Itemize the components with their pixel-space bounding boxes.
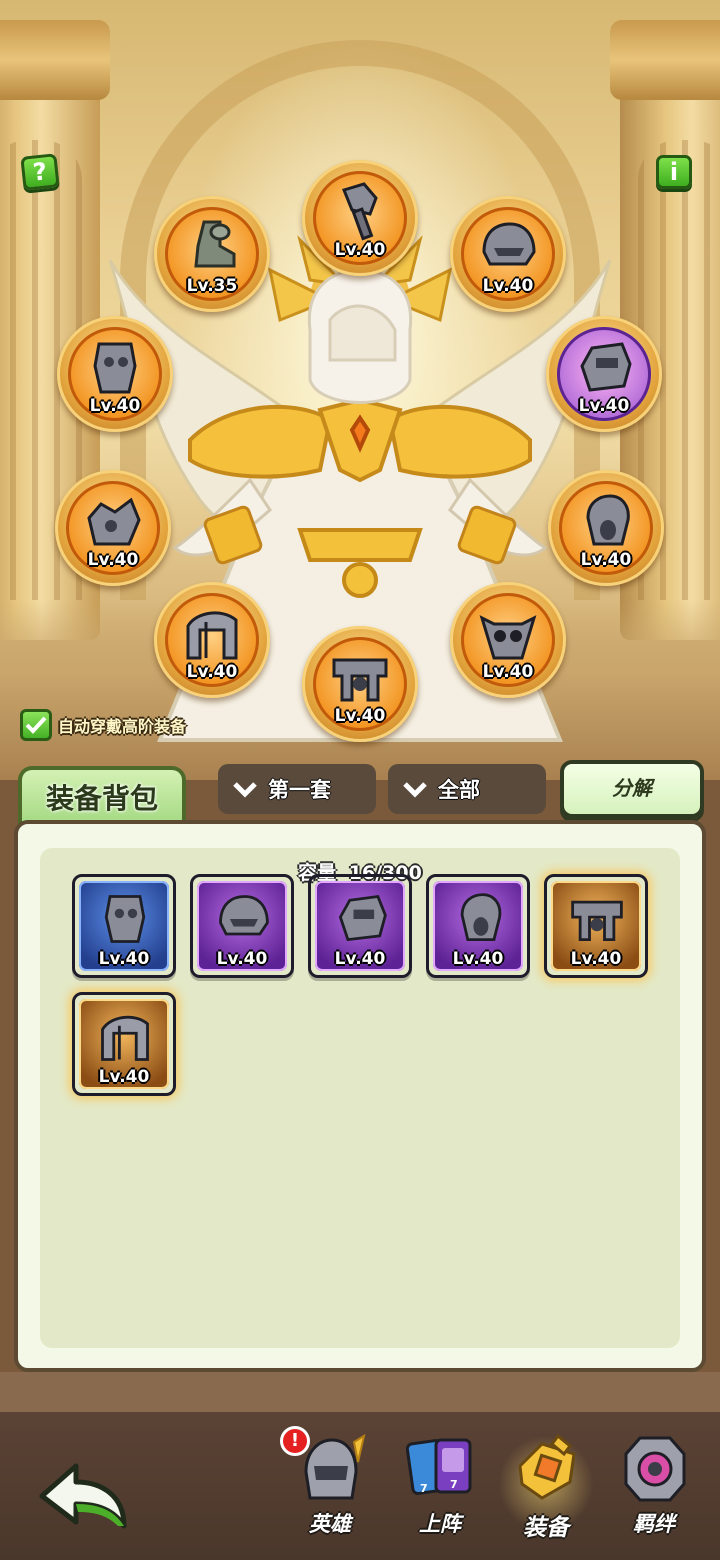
- card-count-1: 7: [420, 1482, 428, 1495]
- helmet-icon: [219, 895, 269, 936]
- belt-icon: [571, 900, 623, 942]
- nav-label: 上阵: [419, 1512, 461, 1536]
- equip-slot-helmet[interactable]: Lv.40: [450, 196, 566, 312]
- equipment-set-label: 第一套: [268, 778, 331, 802]
- equip-slot-pauldron[interactable]: Lv.40: [154, 582, 270, 698]
- nav-tab-heroes[interactable]: ! 英雄: [280, 1426, 380, 1552]
- nav-divider: [0, 1372, 720, 1412]
- armor-icon: [104, 895, 146, 943]
- cards-icon: 7 7: [406, 1438, 472, 1495]
- slot-level: Lv.40: [580, 550, 632, 570]
- decompose-button[interactable]: 分解: [560, 760, 704, 818]
- equipment-set-dropdown[interactable]: 第一套: [218, 764, 376, 814]
- nav-tab-lineup[interactable]: 7 7 上阵: [390, 1432, 490, 1552]
- bag-item[interactable]: Lv.40: [72, 992, 176, 1096]
- slot-level: Lv.40: [578, 396, 630, 416]
- slot-level: Lv.40: [186, 662, 238, 682]
- ring-icon: [586, 494, 630, 546]
- hammer-icon: [341, 182, 378, 241]
- notification-badge: !: [280, 1426, 310, 1456]
- equipment-filter-dropdown[interactable]: 全部: [388, 764, 546, 814]
- ring-icon: [460, 893, 502, 942]
- equip-slot-skull[interactable]: Lv.40: [450, 582, 566, 698]
- bond-icon: [624, 1436, 686, 1502]
- item-level: Lv.40: [570, 949, 622, 969]
- equipment-icon: [518, 1433, 576, 1500]
- equip-slot-boots[interactable]: Lv.35: [154, 196, 270, 312]
- pauldron-icon: [101, 1015, 149, 1061]
- equipment-filter-label: 全部: [438, 778, 480, 802]
- hero-head: [307, 268, 413, 404]
- armor-icon: [93, 342, 137, 394]
- bag-item[interactable]: Lv.40: [72, 874, 176, 978]
- shoulder-icon: [87, 497, 141, 546]
- bag-item[interactable]: Lv.40: [544, 874, 648, 978]
- bag-item[interactable]: Lv.40: [190, 874, 294, 978]
- nav-label: 羁绊: [633, 1512, 675, 1536]
- bag-grid: 容量 16/300 Lv.40 Lv.40 Lv.40 Lv.40 Lv.40 …: [40, 848, 680, 1348]
- equip-slot-armor[interactable]: Lv.40: [57, 316, 173, 432]
- hero-shoulder-armor: [188, 397, 532, 483]
- checkmark-icon: [25, 716, 47, 734]
- skull-mask-icon: [479, 615, 537, 660]
- auto-equip-checkbox[interactable]: [20, 709, 52, 741]
- slot-level: Lv.40: [89, 396, 141, 416]
- bag-item[interactable]: Lv.40: [426, 874, 530, 978]
- chevron-down-icon: [403, 782, 427, 798]
- bag-item[interactable]: Lv.40: [308, 874, 412, 978]
- slot-level: Lv.40: [87, 550, 139, 570]
- nav-tab-equipment[interactable]: 装备: [496, 1432, 596, 1552]
- belt-icon: [332, 658, 388, 702]
- pauldron-icon: [186, 611, 238, 660]
- card-count-2: 7: [450, 1478, 458, 1491]
- helmet-icon: [482, 222, 536, 266]
- nav-tab-bonds[interactable]: 羁绊: [604, 1432, 704, 1552]
- nav-label: 装备: [523, 1515, 569, 1541]
- auto-equip-label: 自动穿戴高阶装备: [58, 717, 187, 736]
- equip-slot-shoulder[interactable]: Lv.40: [55, 470, 171, 586]
- gauntlet-icon: [580, 342, 632, 392]
- item-level: Lv.40: [216, 949, 268, 969]
- equipment-bag-panel: 容量 16/300 Lv.40 Lv.40 Lv.40 Lv.40 Lv.40 …: [14, 820, 706, 1372]
- slot-level: Lv.40: [334, 240, 386, 260]
- equip-slot-hammer[interactable]: Lv.40: [302, 160, 418, 276]
- back-arrow-icon[interactable]: [38, 1460, 130, 1532]
- slot-level: Lv.40: [482, 276, 534, 296]
- slot-level: Lv.35: [186, 276, 238, 296]
- item-level: Lv.40: [98, 1067, 150, 1087]
- boot-icon: [194, 220, 236, 268]
- slot-level: Lv.40: [334, 706, 386, 726]
- gauntlet-icon: [338, 894, 387, 942]
- slot-level: Lv.40: [482, 662, 534, 682]
- item-level: Lv.40: [98, 949, 150, 969]
- info-button[interactable]: i: [656, 155, 692, 189]
- hero-scene: ? i Lv.35 Lv.40 Lv.40 Lv.40 Lv.40 Lv.40 …: [0, 0, 720, 780]
- auto-equip-toggle[interactable]: 自动穿戴高阶装备: [20, 708, 186, 742]
- equip-slot-ring[interactable]: Lv.40: [548, 470, 664, 586]
- equip-slot-belt[interactable]: Lv.40: [302, 626, 418, 742]
- help-button[interactable]: ?: [20, 153, 60, 191]
- nav-label: 英雄: [309, 1512, 351, 1536]
- bottom-nav: ! 英雄 7 7 上阵 装备 羁绊: [0, 1412, 720, 1560]
- equip-slot-gauntlet[interactable]: Lv.40: [546, 316, 662, 432]
- item-level: Lv.40: [334, 949, 386, 969]
- chevron-down-icon: [233, 782, 257, 798]
- item-level: Lv.40: [452, 949, 504, 969]
